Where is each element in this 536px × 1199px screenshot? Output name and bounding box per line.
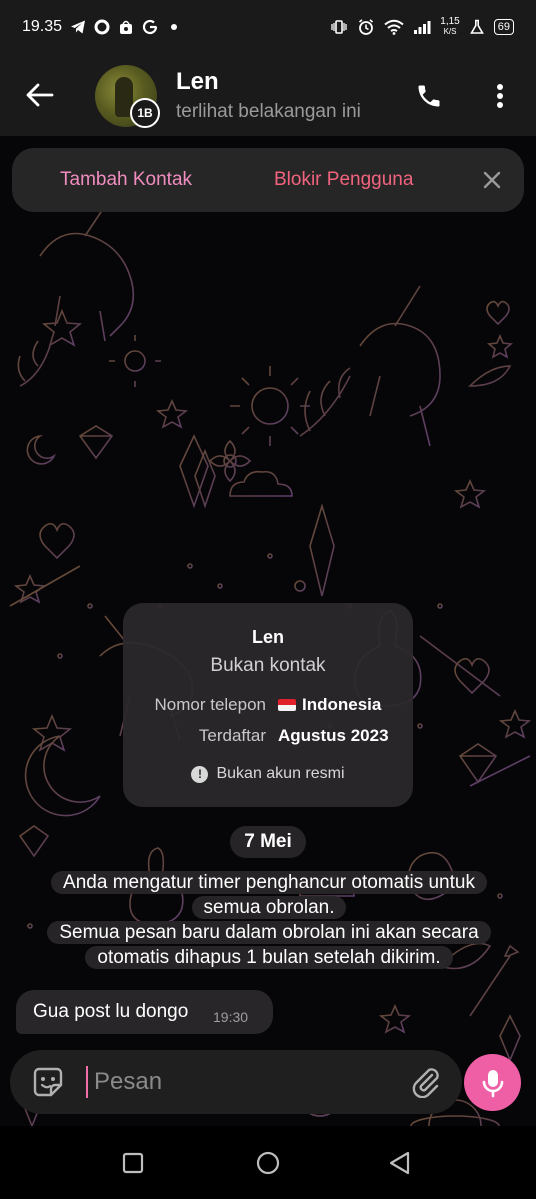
message-input[interactable]: [94, 1062, 394, 1102]
signal-icon: [413, 19, 431, 35]
phone-country: Indonesia: [302, 695, 382, 714]
back-button[interactable]: [0, 54, 80, 136]
paperclip-icon: [412, 1068, 439, 1098]
microphone-icon: [482, 1069, 503, 1097]
last-seen-status: terlihat belakangan ini: [176, 101, 361, 122]
vibrate-icon: [330, 19, 348, 35]
telegram-icon: [70, 19, 86, 35]
system-navigation-bar: [0, 1126, 536, 1199]
auto-delete-service-message: Anda mengatur timer penghancur otomatis …: [26, 870, 512, 970]
service-line-4: otomatis dihapus 1 bulan setelah dikirim…: [85, 946, 453, 969]
status-left: 19.35: [22, 18, 182, 36]
google-icon: [142, 19, 158, 35]
message-text: Gua post lu dongo: [33, 1001, 189, 1022]
registered-label: Terdaftar: [198, 726, 266, 745]
exclamation-icon: !: [191, 765, 209, 783]
attach-button[interactable]: [408, 1064, 444, 1100]
status-right: 1,15 K/S 69: [330, 17, 514, 37]
sticker-icon: [33, 1067, 63, 1097]
phone-value: Indonesia: [278, 695, 381, 715]
text-cursor: [86, 1066, 88, 1098]
close-action-bar-button[interactable]: [478, 166, 506, 194]
info-card-status: Bukan kontak: [210, 655, 326, 676]
auto-delete-timer-badge: 1B: [130, 98, 160, 128]
contact-info-card: Len Bukan kontak Nomor telepon Indonesia…: [123, 603, 413, 807]
alarm-icon: [357, 18, 375, 36]
status-time: 19.35: [22, 18, 63, 35]
data-speed-value: 1,15: [440, 16, 460, 27]
wifi-icon: [384, 19, 404, 35]
nav-back-button[interactable]: [388, 1151, 412, 1175]
official-note-text: Bukan akun resmi: [216, 765, 345, 782]
more-options-button[interactable]: [480, 76, 520, 116]
status-bar: 19.35 1,15 K/S 69: [0, 0, 536, 54]
registered-value: Agustus 2023: [278, 726, 389, 745]
incoming-message-bubble[interactable]: Gua post lu dongo 19:30: [16, 990, 273, 1034]
shop-app-icon: [118, 19, 134, 35]
not-official-account-note: ! Bukan akun resmi: [123, 765, 413, 783]
circle-app-icon: [94, 19, 110, 35]
notification-dot-icon: [166, 19, 182, 35]
more-vertical-icon: [497, 84, 503, 108]
flask-icon: [469, 19, 485, 35]
service-line-3: Semua pesan baru dalam obrolan ini akan …: [47, 921, 491, 944]
date-separator: 7 Mei: [230, 826, 306, 858]
indonesia-flag-icon: [278, 699, 296, 711]
add-contact-button[interactable]: Tambah Kontak: [60, 169, 192, 191]
data-speed-unit: K/S: [443, 27, 457, 36]
phone-label: Nomor telepon: [154, 695, 266, 714]
service-line-2: semua obrolan.: [191, 896, 347, 919]
close-icon: [483, 171, 501, 189]
phone-icon: [418, 85, 440, 107]
message-composer: [10, 1050, 462, 1114]
contact-action-bar: Tambah Kontak Blokir Pengguna: [12, 148, 524, 212]
home-button[interactable]: [256, 1151, 280, 1175]
block-user-button[interactable]: Blokir Pengguna: [274, 169, 413, 191]
chat-title[interactable]: Len: [176, 68, 219, 96]
arrow-left-icon: [26, 83, 54, 107]
voice-record-button[interactable]: [464, 1054, 521, 1111]
call-button[interactable]: [409, 76, 449, 116]
service-line-1: Anda mengatur timer penghancur otomatis …: [51, 871, 487, 894]
data-speed: 1,15 K/S: [440, 17, 459, 37]
message-time: 19:30: [213, 1009, 249, 1025]
recent-apps-button[interactable]: [122, 1152, 144, 1174]
battery-indicator: 69: [493, 19, 514, 35]
info-card-name: Len: [251, 627, 284, 647]
sticker-button[interactable]: [30, 1064, 66, 1100]
chat-header: 1B Len terlihat belakangan ini: [0, 54, 536, 136]
